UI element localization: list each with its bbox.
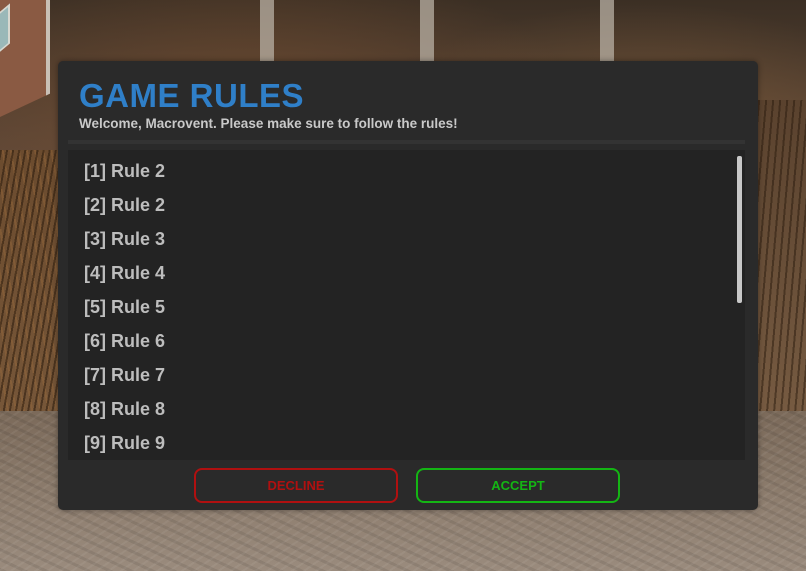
rule-item: [8] Rule 8 bbox=[84, 399, 166, 419]
tree-trunk bbox=[420, 0, 434, 70]
rule-item: [6] Rule 6 bbox=[84, 331, 166, 351]
dialog-subtitle: Welcome, Macrovent. Please make sure to … bbox=[79, 116, 458, 131]
rule-item: [5] Rule 5 bbox=[84, 297, 166, 317]
accept-button[interactable]: ACCEPT bbox=[416, 468, 620, 503]
decline-button[interactable]: DECLINE bbox=[194, 468, 398, 503]
rule-item: [9] Rule 9 bbox=[84, 433, 166, 453]
house-wall bbox=[0, 0, 50, 127]
rule-item: [3] Rule 3 bbox=[84, 229, 166, 249]
dialog-title: GAME RULES bbox=[79, 77, 305, 114]
rules-list[interactable]: [1] Rule 2 [2] Rule 2 [3] Rule 3 [4] Rul… bbox=[68, 150, 745, 460]
game-rules-dialog: GAME RULES Welcome, Macrovent. Please ma… bbox=[58, 61, 758, 510]
tree-trunk bbox=[260, 0, 274, 70]
scrollbar-thumb[interactable] bbox=[737, 156, 742, 303]
header-divider bbox=[68, 140, 745, 144]
rule-item: [4] Rule 4 bbox=[84, 263, 166, 283]
rule-item: [2] Rule 2 bbox=[84, 195, 166, 215]
house-window bbox=[0, 3, 10, 57]
rule-item: [1] Rule 2 bbox=[84, 161, 166, 181]
tree-trunk bbox=[600, 0, 614, 70]
rule-item: [7] Rule 7 bbox=[84, 365, 166, 385]
